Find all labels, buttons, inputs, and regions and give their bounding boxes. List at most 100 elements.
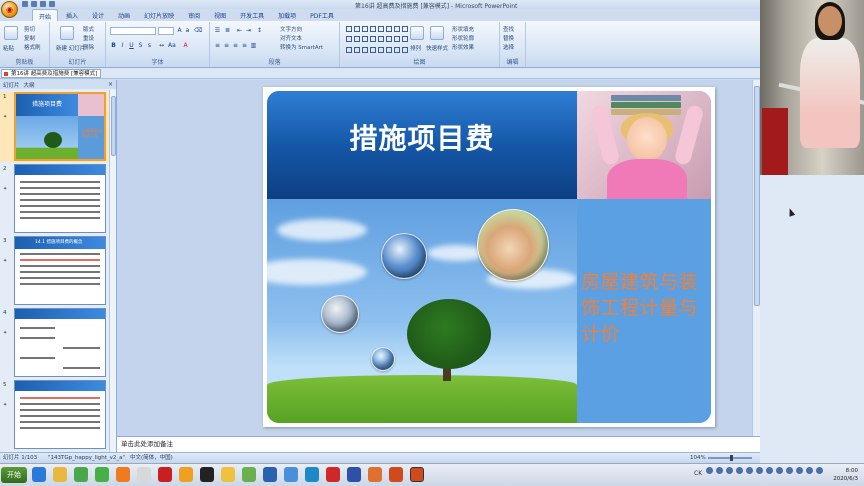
shadow-icon[interactable]: s (146, 42, 153, 49)
start-button[interactable]: 开始 (1, 467, 27, 483)
arrange-icon[interactable] (410, 26, 424, 40)
tab-view[interactable]: 视图 (208, 9, 232, 21)
shrink-font-icon[interactable]: a (184, 27, 191, 34)
format-painter-button[interactable]: 格式刷 (24, 43, 41, 51)
ie-icon[interactable] (32, 467, 46, 482)
align-text-button[interactable]: 对齐文本 (280, 34, 302, 42)
pane-tab-slides[interactable]: 幻灯片 (3, 81, 20, 89)
justify-icon[interactable]: ≡ (241, 42, 248, 49)
editor-scrollbar[interactable] (752, 80, 760, 436)
grow-font-icon[interactable]: A (176, 27, 183, 34)
qq-icon[interactable] (200, 467, 214, 482)
app-icon[interactable] (95, 467, 109, 482)
tray-icon[interactable] (736, 467, 743, 474)
volume-icon[interactable] (756, 467, 763, 474)
tray-icon[interactable] (816, 467, 823, 474)
folder-icon[interactable] (53, 467, 67, 482)
shapes-gallery[interactable] (346, 26, 408, 56)
customize-qat-icon[interactable] (49, 1, 55, 7)
wechat-icon[interactable] (242, 467, 256, 482)
landscape-image[interactable] (267, 199, 577, 423)
powerpoint-window-button[interactable] (410, 467, 424, 482)
save-icon[interactable] (22, 1, 28, 7)
delete-slide-button[interactable]: 删除 (83, 43, 94, 51)
powerpoint-taskbar-icon[interactable] (389, 467, 403, 482)
close-pane-icon[interactable]: × (108, 81, 113, 88)
tab-animations[interactable]: 动画 (112, 9, 136, 21)
replace-button[interactable]: 替换 (503, 34, 514, 42)
paste-button[interactable]: 粘贴 (3, 44, 14, 52)
tab-home[interactable]: 开始 (32, 9, 59, 21)
system-clock[interactable]: 8:00 2020/6/3 (833, 467, 858, 483)
slide-thumbnail-1[interactable]: 1 ✦ 措施项目费 房屋建筑与装饰工程 (0, 92, 109, 162)
quick-styles-icon[interactable] (430, 26, 444, 40)
font-name-input[interactable] (110, 27, 156, 35)
tray-icon[interactable] (786, 467, 793, 474)
strikethrough-icon[interactable]: S (137, 42, 144, 49)
new-slide-button[interactable]: 新建 幻灯片 (56, 44, 85, 52)
firefox-icon[interactable] (179, 467, 193, 482)
zoom-slider[interactable] (708, 455, 752, 461)
layout-button[interactable]: 版式 (83, 25, 94, 33)
tab-insert[interactable]: 插入 (60, 9, 84, 21)
quick-styles-button[interactable]: 快速样式 (426, 44, 448, 52)
slide-thumbnail-3[interactable]: 3 ✦ 14.1 措施项目费的概念 (0, 236, 109, 306)
child-with-books-photo[interactable] (577, 91, 711, 199)
app-icon[interactable] (221, 467, 235, 482)
reset-button[interactable]: 重设 (83, 34, 94, 42)
char-spacing-icon[interactable]: ↔ (158, 42, 165, 49)
shape-outline-button[interactable]: 形状轮廓 (452, 34, 474, 42)
tray-icon[interactable] (766, 467, 773, 474)
app-icon[interactable] (137, 467, 151, 482)
tab-review[interactable]: 审阅 (182, 9, 206, 21)
tray-icon[interactable] (726, 467, 733, 474)
app-icon[interactable] (347, 467, 361, 482)
smartart-button[interactable]: 转换为 SmartArt (280, 43, 323, 51)
underline-icon[interactable]: U (128, 42, 135, 49)
app-icon[interactable] (158, 467, 172, 482)
media-icon[interactable] (74, 467, 88, 482)
tray-icon[interactable] (776, 467, 783, 474)
building-bubble-image[interactable] (321, 295, 359, 333)
align-right-icon[interactable]: ≡ (232, 42, 239, 49)
slide-canvas[interactable]: 措施项目费 房屋建筑与装饰工程计量与计价 (263, 87, 715, 427)
increase-indent-icon[interactable]: ⇥ (245, 27, 252, 34)
office-button[interactable]: ◉ (1, 1, 18, 18)
decrease-indent-icon[interactable]: ⇤ (236, 27, 243, 34)
paste-icon[interactable] (4, 26, 18, 40)
slide-thumbnail-2[interactable]: 2 ✦ (0, 164, 109, 234)
tray-icon[interactable] (706, 467, 713, 474)
tab-developer[interactable]: 开发工具 (234, 9, 270, 21)
cut-button[interactable]: 剪切 (24, 25, 35, 33)
tray-icon[interactable] (796, 467, 803, 474)
redo-icon[interactable] (40, 1, 46, 7)
tab-pdf-tools[interactable]: PDF工具 (304, 9, 340, 21)
tab-design[interactable]: 设计 (86, 9, 110, 21)
app-icon[interactable] (326, 467, 340, 482)
align-center-icon[interactable]: ≡ (223, 42, 230, 49)
copy-button[interactable]: 复制 (24, 34, 35, 42)
columns-icon[interactable]: ▥ (250, 42, 257, 49)
shape-effects-button[interactable]: 形状效果 (452, 43, 474, 51)
slide-thumbnail-5[interactable]: 5 ✦ (0, 380, 109, 450)
slide-title[interactable]: 措施项目费 (267, 117, 577, 157)
new-slide-icon[interactable] (60, 26, 74, 40)
mountain-bubble-image[interactable] (381, 233, 427, 279)
select-button[interactable]: 选择 (503, 43, 514, 51)
slide-subtitle[interactable]: 房屋建筑与装饰工程计量与计价 (581, 269, 707, 347)
font-size-input[interactable] (158, 27, 174, 35)
sky-bubble-image[interactable] (371, 347, 395, 371)
find-button[interactable]: 查找 (503, 25, 514, 33)
language-indicator[interactable]: 中文(简体，中国) (130, 453, 173, 463)
tab-slideshow[interactable]: 幻灯片放映 (138, 9, 180, 21)
tab-addins[interactable]: 加载项 (272, 9, 302, 21)
thumbnail-scrollbar[interactable] (109, 90, 116, 452)
app-icon[interactable] (116, 467, 130, 482)
app-icon[interactable] (263, 467, 277, 482)
change-case-icon[interactable]: Aa (168, 42, 176, 49)
app-icon[interactable] (305, 467, 319, 482)
notes-pane[interactable]: 单击此处添加备注 (117, 436, 760, 452)
slide-thumbnail-4[interactable]: 4 ✦ (0, 308, 109, 378)
undo-icon[interactable] (31, 1, 37, 7)
numbering-icon[interactable]: ≣ (224, 27, 231, 34)
